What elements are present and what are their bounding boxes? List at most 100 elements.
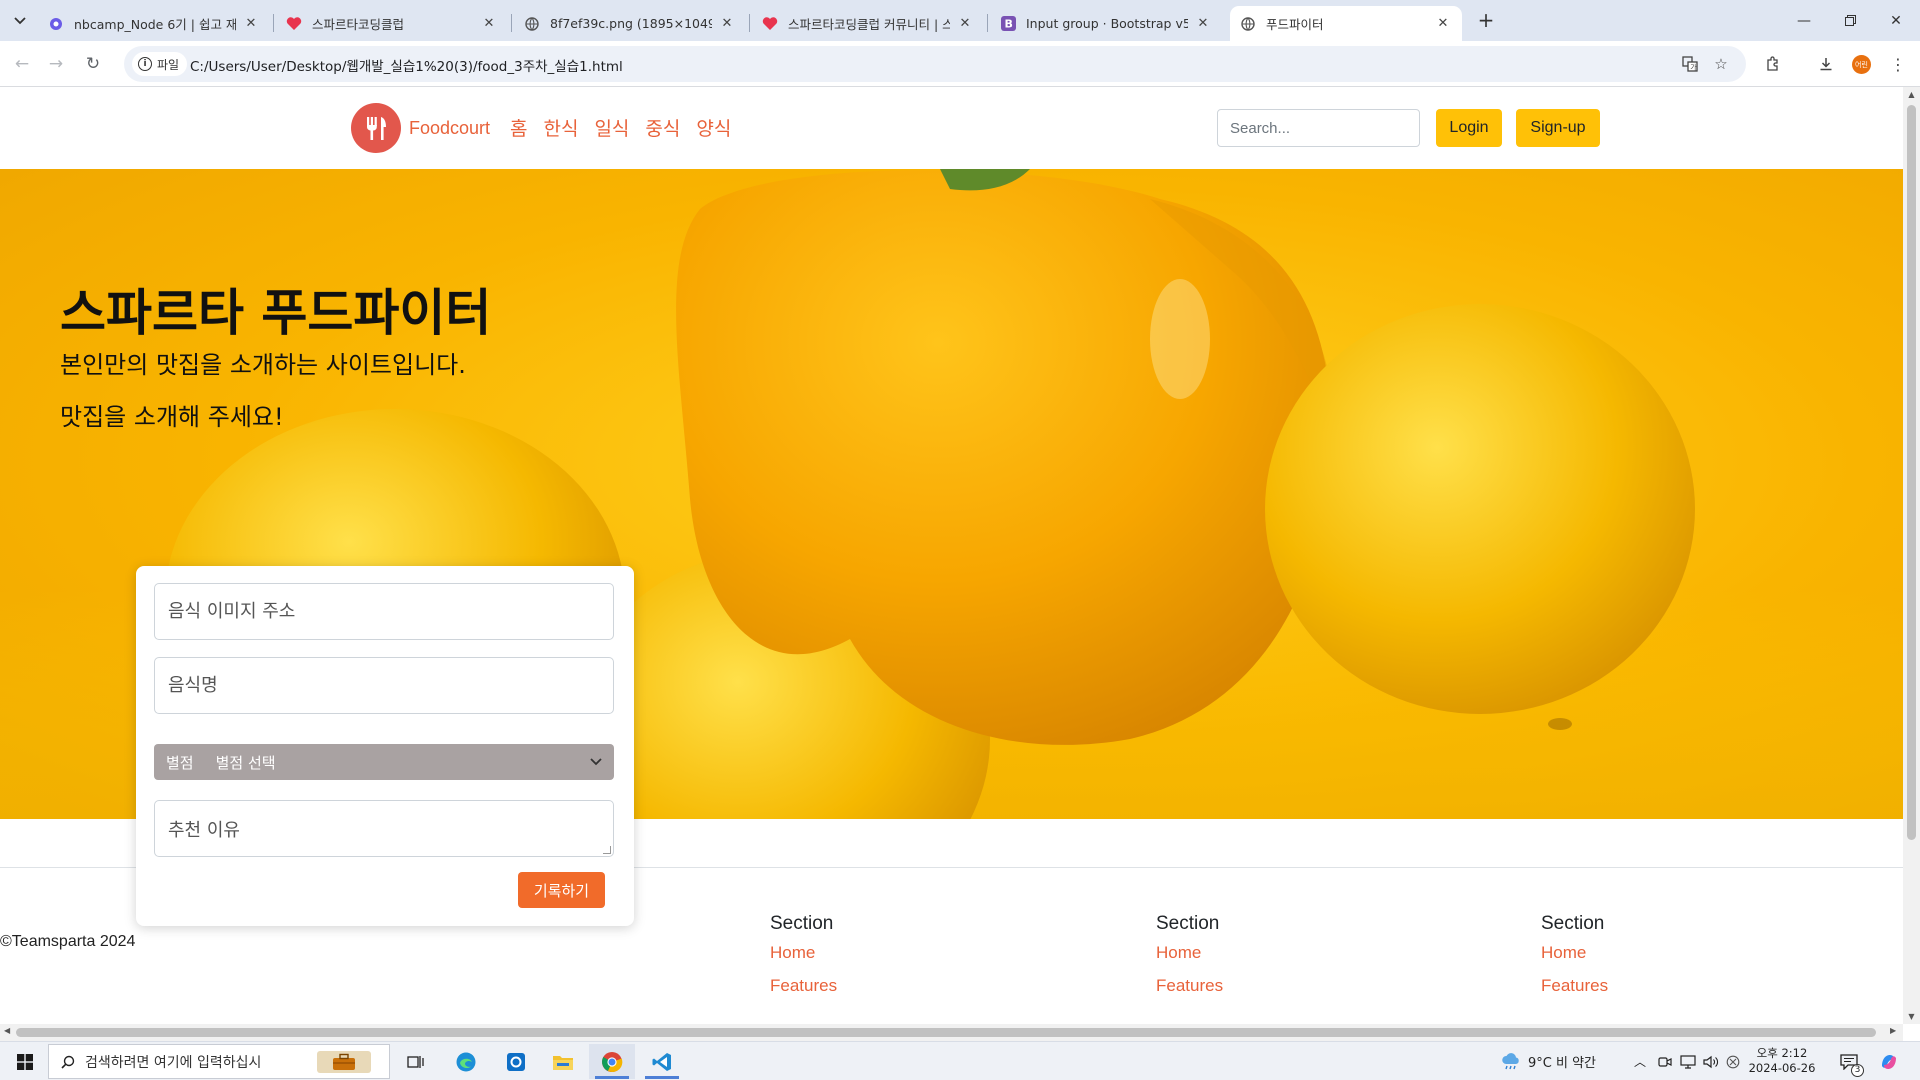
login-button[interactable]: Login	[1436, 109, 1502, 147]
hero-title: 스파르타 푸드파이터	[60, 284, 492, 342]
windows-start-button[interactable]	[10, 1042, 40, 1080]
footer-link-features[interactable]: Features	[1156, 976, 1223, 996]
footer-link-home[interactable]: Home	[1156, 943, 1223, 963]
taskbar-vscode[interactable]	[639, 1044, 685, 1079]
profile-avatar[interactable]: 어린	[1852, 55, 1871, 74]
nav-link-korean[interactable]: 한식	[543, 114, 578, 141]
footer-link-home[interactable]: Home	[770, 943, 837, 963]
copilot-button[interactable]	[1874, 1042, 1904, 1080]
nav-link-western[interactable]: 양식	[696, 114, 731, 141]
taskbar-file-explorer[interactable]	[540, 1044, 586, 1079]
tab-title: 스파르타코딩클럽 커뮤니티 | 스	[788, 17, 950, 32]
browser-tab-5[interactable]: B Input group · Bootstrap v5.3 ✕	[990, 6, 1222, 41]
globe-icon	[1240, 16, 1256, 32]
window-close-button[interactable]: ✕	[1873, 0, 1919, 41]
tab-separator	[749, 14, 750, 32]
browser-tab-2[interactable]: 스파르타코딩클럽 ✕	[276, 6, 508, 41]
tab-search-button[interactable]	[6, 8, 34, 34]
horizontal-scroll-thumb[interactable]	[16, 1028, 1876, 1037]
close-icon[interactable]: ✕	[718, 16, 736, 31]
mail-app-icon	[507, 1052, 525, 1071]
horizontal-scrollbar[interactable]: ◀ ▶	[0, 1024, 1903, 1041]
browser-tab-4[interactable]: 스파르타코딩클럽 커뮤니티 | 스 ✕	[752, 6, 984, 41]
close-icon[interactable]: ✕	[242, 16, 260, 31]
download-icon[interactable]	[1813, 51, 1839, 77]
footer-section-heading: Section	[1541, 913, 1605, 934]
vertical-scrollbar[interactable]: ▲ ▼	[1903, 87, 1920, 1024]
address-url[interactable]: C:/Users/User/Desktop/웹개발_실습1%20(3)/food…	[190, 55, 623, 75]
taskbar-search[interactable]: 검색하려면 여기에 입력하십시	[48, 1044, 390, 1079]
browser-tab-3[interactable]: 8f7ef39c.png (1895×1049) ✕	[514, 6, 746, 41]
scroll-down-arrow-icon[interactable]: ▼	[1903, 1012, 1920, 1021]
brand[interactable]: Foodcourt	[351, 103, 490, 153]
bookmark-star-icon[interactable]: ☆	[1710, 53, 1732, 75]
footer-link-home[interactable]: Home	[1541, 943, 1608, 963]
task-view-button[interactable]	[393, 1044, 439, 1079]
textarea-placeholder: 추천 이유	[168, 819, 240, 841]
footer-copyright: ©Teamsparta 2024	[0, 933, 136, 950]
translate-icon[interactable]: 가	[1679, 53, 1701, 75]
forward-button[interactable]: →	[42, 50, 70, 78]
hero-subtitle: 본인만의 맛집을 소개하는 사이트입니다.	[60, 351, 466, 379]
windows-logo-icon	[17, 1053, 33, 1070]
scroll-up-arrow-icon[interactable]: ▲	[1903, 90, 1920, 99]
resize-handle-icon[interactable]	[603, 846, 611, 854]
nav-link-chinese[interactable]: 중식	[645, 114, 680, 141]
minimize-button[interactable]: —	[1781, 0, 1827, 41]
search-input[interactable]	[1217, 109, 1420, 147]
notification-center-button[interactable]: 3	[1836, 1042, 1864, 1080]
taskbar-chrome[interactable]	[589, 1044, 635, 1079]
rating-select[interactable]: 별점 별점 선택	[154, 744, 614, 780]
address-bar[interactable]: i 파일 C:/Users/User/Desktop/웹개발_실습1%20(3)…	[124, 46, 1746, 82]
scroll-right-arrow-icon[interactable]: ▶	[1890, 1026, 1896, 1035]
ime-disabled-icon[interactable]	[1726, 1042, 1740, 1080]
close-icon[interactable]: ✕	[1194, 16, 1212, 31]
footer-link-features[interactable]: Features	[770, 976, 837, 996]
extensions-icon[interactable]	[1760, 51, 1786, 77]
close-icon[interactable]: ✕	[480, 16, 498, 31]
svg-text:가: 가	[1690, 63, 1697, 72]
footer-column-1: Section Home Features	[770, 913, 837, 1009]
footer-link-features[interactable]: Features	[1541, 976, 1608, 996]
browser-tab-active[interactable]: 푸드파이터 ✕	[1230, 6, 1462, 41]
chevron-down-icon	[590, 758, 602, 766]
scroll-left-arrow-icon[interactable]: ◀	[4, 1026, 10, 1035]
close-icon[interactable]: ✕	[956, 16, 974, 31]
footer-section-heading: Section	[1156, 913, 1220, 934]
new-tab-button[interactable]: +	[1472, 8, 1500, 34]
volume-icon[interactable]	[1703, 1042, 1719, 1080]
nav-link-home[interactable]: 홈	[510, 114, 527, 141]
browser-tab-1[interactable]: nbcamp_Node 6기 | 쉽고 재미 ✕	[38, 6, 270, 41]
network-icon[interactable]	[1680, 1042, 1696, 1080]
rating-selected-value: 별점 선택	[215, 753, 276, 772]
food-image-url-input[interactable]	[154, 583, 614, 640]
reload-button[interactable]: ↻	[79, 50, 107, 78]
svg-text:B: B	[1004, 18, 1012, 31]
taskbar-clock[interactable]: 오후 2:12 2024-06-26	[1744, 1046, 1820, 1076]
restore-icon	[1844, 15, 1856, 26]
clock-date: 2024-06-26	[1748, 1061, 1816, 1075]
tab-separator	[987, 14, 988, 32]
meet-now-icon[interactable]	[1658, 1042, 1672, 1080]
browser-menu-icon[interactable]: ⋮	[1885, 51, 1911, 77]
vertical-scroll-thumb[interactable]	[1907, 105, 1916, 840]
tray-chevron-up-icon[interactable]: ︿	[1634, 1042, 1646, 1080]
taskbar-outlook[interactable]	[493, 1044, 539, 1079]
bootstrap-icon: B	[1000, 16, 1016, 32]
weather-widget[interactable]: 9°C 비 약간	[1500, 1042, 1596, 1080]
search-icon	[61, 1055, 75, 1069]
food-name-input[interactable]	[154, 657, 614, 714]
folder-icon	[553, 1055, 573, 1070]
site-info-chip[interactable]: i 파일	[132, 52, 188, 76]
restore-button[interactable]	[1827, 0, 1873, 41]
recommend-reason-textarea[interactable]: 추천 이유	[154, 800, 614, 857]
submit-record-button[interactable]: 기록하기	[518, 872, 605, 908]
taskbar-edge[interactable]	[443, 1044, 489, 1079]
nav-link-japanese[interactable]: 일식	[594, 114, 629, 141]
footer-column-3: Section Home Features	[1541, 913, 1608, 1009]
signup-button[interactable]: Sign-up	[1516, 109, 1600, 147]
close-icon[interactable]: ✕	[1434, 16, 1452, 31]
tab-separator	[511, 14, 512, 32]
back-button[interactable]: ←	[8, 50, 36, 78]
site-info-label: 파일	[157, 57, 180, 72]
